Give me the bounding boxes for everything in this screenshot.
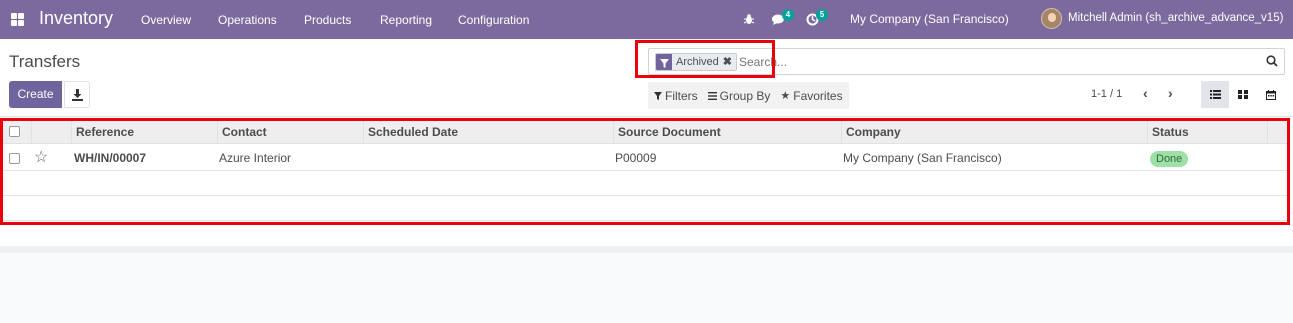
- menu-reporting[interactable]: Reporting: [380, 13, 432, 27]
- messages-badge: 4: [782, 9, 794, 21]
- search-icon[interactable]: [1266, 55, 1278, 67]
- download-icon: [72, 89, 83, 101]
- groupby-toggle[interactable]: Group By: [707, 89, 770, 103]
- activities-badge: 5: [816, 9, 828, 21]
- apps-menu-icon[interactable]: [11, 13, 24, 26]
- kanban-view-button[interactable]: [1229, 81, 1257, 108]
- table-highlight-box: [0, 118, 1290, 225]
- company-switcher[interactable]: My Company (San Francisco): [850, 12, 1009, 26]
- create-button[interactable]: Create: [9, 81, 62, 108]
- search-options: Filters Group By ★ Favorites: [648, 82, 849, 109]
- star-icon: ★: [780, 90, 791, 102]
- page-title: Transfers: [9, 52, 81, 71]
- pager-previous-icon[interactable]: ‹: [1143, 85, 1148, 101]
- bug-icon[interactable]: [743, 13, 755, 25]
- menu-operations[interactable]: Operations: [218, 13, 277, 27]
- funnel-icon: [654, 91, 662, 100]
- menu-overview[interactable]: Overview: [141, 13, 191, 27]
- favorites-toggle[interactable]: ★ Favorites: [780, 89, 842, 103]
- calendar-icon: [1266, 89, 1276, 100]
- user-menu[interactable]: Mitchell Admin (sh_archive_advance_v15): [1068, 12, 1283, 24]
- bars-icon: [707, 91, 717, 100]
- pager-next-icon[interactable]: ›: [1168, 85, 1173, 101]
- pager-value[interactable]: 1-1 / 1: [1091, 88, 1122, 100]
- top-navbar: Inventory Overview Operations Products R…: [0, 0, 1293, 39]
- list-icon: [1209, 90, 1221, 99]
- app-brand[interactable]: Inventory: [39, 8, 113, 29]
- list-view-button[interactable]: [1201, 81, 1229, 108]
- search-highlight-box: [635, 40, 775, 78]
- calendar-view-button[interactable]: [1257, 81, 1285, 108]
- kanban-icon: [1238, 90, 1248, 99]
- user-avatar[interactable]: [1041, 8, 1062, 29]
- search-input[interactable]: [739, 55, 1139, 69]
- export-button[interactable]: [64, 81, 90, 108]
- menu-products[interactable]: Products: [304, 13, 351, 27]
- content-divider: [0, 246, 1293, 253]
- menu-configuration[interactable]: Configuration: [458, 13, 529, 27]
- filters-toggle[interactable]: Filters: [654, 89, 698, 103]
